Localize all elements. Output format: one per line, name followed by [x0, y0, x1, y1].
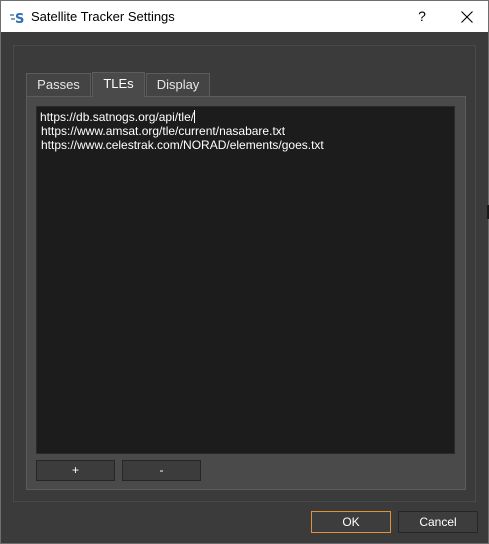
satellite-app-icon: S: [9, 9, 25, 27]
svg-text:S: S: [15, 12, 24, 25]
tle-url-line: https://db.satnogs.org/api/tle/: [40, 110, 196, 124]
help-button[interactable]: ?: [404, 1, 440, 32]
settings-dialog: S Satellite Tracker Settings ? Passes TL…: [0, 0, 489, 544]
title-bar[interactable]: S Satellite Tracker Settings ?: [1, 1, 488, 32]
add-tle-button[interactable]: +: [36, 460, 115, 481]
tab-passes[interactable]: Passes: [26, 73, 91, 96]
tab-tles[interactable]: TLEs: [92, 72, 145, 97]
cancel-button[interactable]: Cancel: [398, 511, 478, 533]
window-title: Satellite Tracker Settings: [31, 9, 175, 24]
remove-tle-button[interactable]: -: [122, 460, 201, 481]
tle-url-line: https://www.amsat.org/tle/current/nasaba…: [41, 124, 286, 138]
tle-url-line: https://www.celestrak.com/NORAD/elements…: [41, 138, 324, 152]
close-button[interactable]: [445, 1, 489, 32]
text-caret: [194, 110, 196, 123]
tab-display[interactable]: Display: [146, 73, 210, 96]
tle-urls-textarea[interactable]: https://db.satnogs.org/api/tle/ https://…: [36, 106, 455, 454]
ok-button[interactable]: OK: [311, 511, 391, 533]
close-icon: [461, 11, 473, 23]
